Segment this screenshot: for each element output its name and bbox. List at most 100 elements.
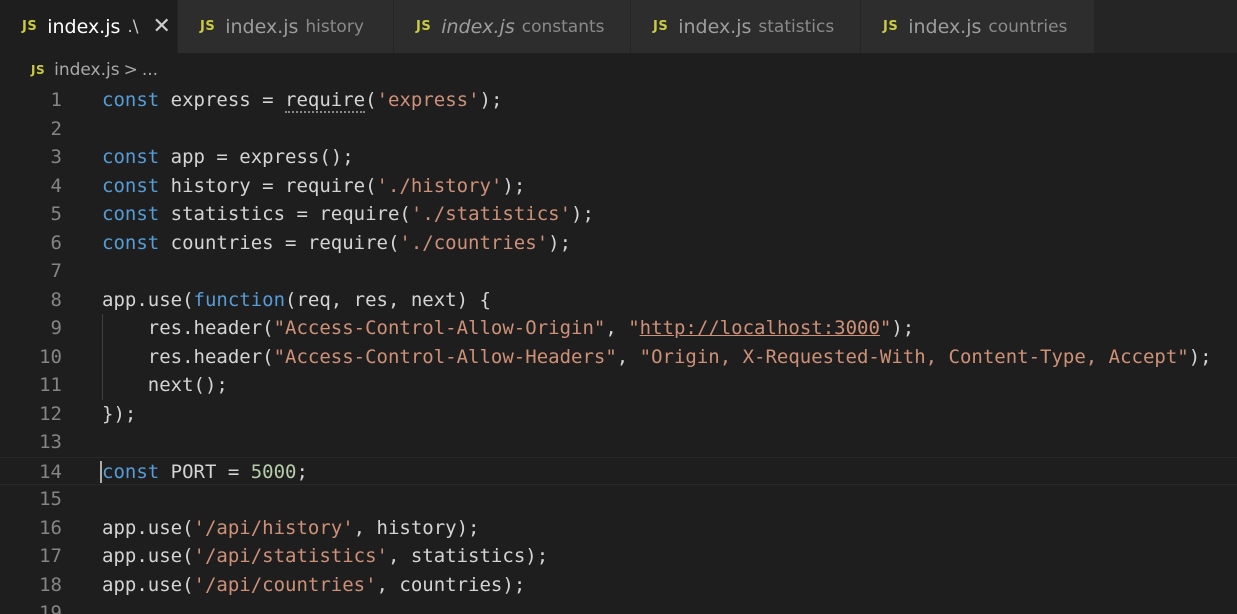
js-file-icon: JS: [883, 19, 899, 34]
line-number: 14: [39, 460, 62, 483]
tab-index-statistics[interactable]: JS index.js statistics: [631, 0, 861, 53]
code-line[interactable]: 19: [0, 599, 1237, 614]
code-line[interactable]: 11 next();: [0, 371, 1237, 399]
tab-description: statistics: [758, 16, 835, 37]
code-token: );: [502, 174, 526, 197]
tab-label: index.js: [441, 15, 515, 38]
code-token: ": [628, 317, 640, 339]
line-number: 13: [39, 431, 62, 453]
line-code: });: [102, 400, 136, 428]
code-token: (req, res, next) {: [285, 288, 491, 311]
line-number: 9: [50, 317, 62, 339]
line-number: 16: [39, 516, 62, 539]
js-file-icon: JS: [416, 19, 432, 34]
code-token: '/api/statistics': [193, 545, 388, 567]
code-token: "Access-Control-Allow-Headers": [273, 345, 617, 368]
code-token: app.use(: [102, 516, 194, 539]
tab-description: countries: [988, 16, 1068, 37]
line-number: 11: [39, 374, 62, 396]
code-line[interactable]: 3 const app = express();: [0, 143, 1237, 171]
line-code: const history = require('./history');: [102, 172, 525, 200]
line-number: 1: [50, 89, 62, 111]
tab-description: constants: [521, 16, 605, 37]
code-token: statistics = require(: [159, 203, 411, 225]
line-number: 19: [39, 602, 62, 614]
tab-label: index.js: [225, 15, 299, 38]
code-token: app.use(: [102, 573, 194, 596]
code-token: app = express();: [159, 146, 354, 168]
js-file-icon: JS: [22, 19, 38, 34]
code-token: const: [102, 146, 160, 168]
tab-label: index.js: [47, 15, 121, 38]
code-token: http://localhost:3000: [639, 317, 880, 339]
code-token: "Origin, X-Requested-With, Content-Type,…: [639, 345, 1189, 368]
line-number: 2: [50, 117, 62, 140]
line-code: res.header("Access-Control-Allow-Headers…: [102, 343, 1212, 371]
js-file-icon: JS: [200, 19, 216, 34]
code-token: });: [102, 402, 137, 425]
code-token: );: [891, 317, 915, 339]
code-token: history = require(: [159, 174, 377, 197]
chevron-right-icon: >: [123, 60, 138, 80]
code-token: );: [1188, 345, 1212, 368]
code-token: function: [193, 288, 286, 311]
code-token: const: [102, 203, 160, 225]
tab-index-countries[interactable]: JS index.js countries: [861, 0, 1095, 53]
code-line[interactable]: 7: [0, 257, 1237, 285]
code-line[interactable]: 16 app.use('/api/history', history);: [0, 514, 1237, 542]
code-token: , countries);: [376, 573, 526, 596]
code-token: , statistics);: [387, 545, 549, 567]
code-line[interactable]: 5 const statistics = require('./statistic…: [0, 200, 1237, 228]
code-line[interactable]: 18 app.use('/api/countries', countries);: [0, 571, 1237, 599]
tab-bar: JS index.js .\ ✕ JS index.js history JS …: [0, 0, 1237, 53]
breadcrumb-more[interactable]: ...: [142, 60, 158, 80]
tab-index-history[interactable]: JS index.js history: [178, 0, 394, 53]
line-code: const PORT = 5000;: [100, 458, 308, 486]
line-number: 3: [50, 146, 62, 168]
line-code: const app = express();: [102, 143, 354, 171]
line-number: 12: [39, 402, 62, 425]
breadcrumb: JS index.js > ...: [31, 58, 158, 82]
code-token: app.use(: [102, 545, 194, 567]
tab-index-root[interactable]: JS index.js .\ ✕: [0, 0, 178, 53]
line-code: app.use('/api/statistics', statistics);: [102, 542, 548, 570]
breadcrumb-file[interactable]: index.js: [54, 60, 120, 80]
line-code: app.use('/api/history', history);: [102, 514, 480, 542]
code-token: res.header(: [102, 317, 274, 339]
line-code: res.header("Access-Control-Allow-Origin"…: [102, 314, 914, 342]
code-line[interactable]: 15: [0, 485, 1237, 513]
line-number: 18: [39, 573, 62, 596]
js-file-icon: JS: [31, 63, 46, 77]
code-token: next();: [102, 374, 228, 396]
code-line[interactable]: 9 res.header("Access-Control-Allow-Origi…: [0, 314, 1237, 342]
code-token: const: [102, 174, 160, 197]
code-line[interactable]: 2: [0, 115, 1237, 143]
code-line[interactable]: 6 const countries = require('./countries'…: [0, 229, 1237, 257]
tab-index-constants[interactable]: JS index.js constants: [394, 0, 631, 53]
code-token: const: [102, 231, 160, 254]
line-number: 17: [39, 545, 62, 567]
code-line[interactable]: 4 const history = require('./history');: [0, 172, 1237, 200]
code-token: './countries': [399, 231, 549, 254]
code-editor[interactable]: 1 const express = require('express'); 2 3 co…: [0, 86, 1237, 614]
line-number: 8: [50, 288, 62, 311]
code-token: express =: [159, 89, 286, 111]
code-line[interactable]: 14 const PORT = 5000;: [0, 456, 1237, 486]
code-token: '/api/history': [193, 516, 354, 539]
code-line[interactable]: 1 const express = require('express');: [0, 86, 1237, 114]
code-token: app.use(: [102, 288, 194, 311]
code-line[interactable]: 17 app.use('/api/statistics', statistics)…: [0, 542, 1237, 570]
code-line[interactable]: 10 res.header("Access-Control-Allow-Head…: [0, 343, 1237, 371]
close-icon[interactable]: ✕: [153, 15, 171, 38]
code-token: countries = require(: [159, 231, 400, 254]
line-code: const express = require('express');: [102, 86, 502, 114]
line-number: 10: [39, 345, 62, 368]
tab-description: history: [305, 16, 364, 37]
line-code: next();: [102, 371, 228, 399]
code-line[interactable]: 12});: [0, 400, 1237, 428]
code-line[interactable]: 13: [0, 428, 1237, 456]
code-token: './history': [376, 174, 503, 197]
tab-description: .\: [127, 16, 139, 37]
code-line[interactable]: 8 app.use(function(req, res, next) {: [0, 286, 1237, 314]
code-token: , history);: [353, 516, 480, 539]
